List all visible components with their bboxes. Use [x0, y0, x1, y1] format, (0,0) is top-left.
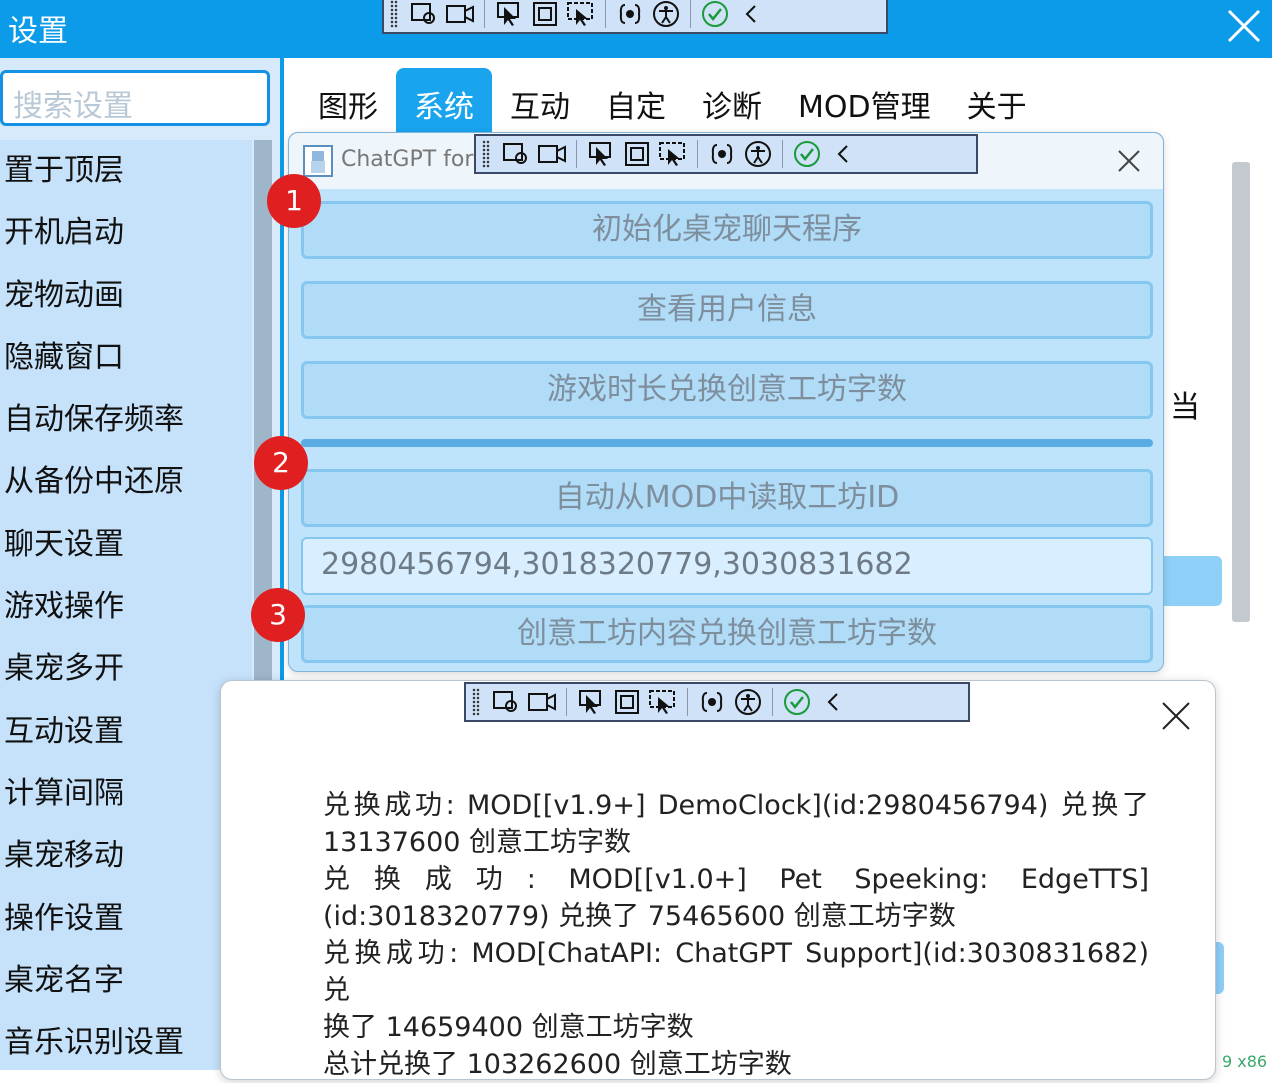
grip-handle[interactable]	[472, 688, 480, 716]
track-icon[interactable]	[563, 0, 599, 30]
auto-read-id-button[interactable]: 自动从MOD中读取工坊ID	[301, 469, 1153, 527]
collapse-icon[interactable]	[825, 138, 861, 170]
track-icon[interactable]	[645, 686, 681, 718]
sidebar-item[interactable]: 隐藏窗口	[0, 327, 252, 389]
sidebar-item[interactable]: 桌宠移动	[0, 825, 252, 887]
record-icon[interactable]	[534, 138, 570, 170]
result-dialog: 兑换成功: MOD[[v1.9+] DemoClock](id:29804567…	[220, 680, 1216, 1080]
search-input[interactable]: 搜索设置	[0, 70, 270, 126]
debug-toolbar	[464, 682, 970, 722]
sidebar-item[interactable]: 宠物动画	[0, 265, 252, 327]
step-badge-2: 2	[254, 436, 308, 490]
content-exchange-button[interactable]: 创意工坊内容兑换创意工坊字数	[301, 605, 1153, 663]
result-line: 13137600 创意工坊字数	[323, 827, 632, 858]
pointer-icon[interactable]	[573, 686, 609, 718]
version-text: 9 x86	[1222, 1052, 1268, 1071]
tab-system[interactable]: 系统	[396, 68, 492, 134]
chatgpt-dialog: ChatGPT for 初始化桌宠聊天程序 查看用户信息 游戏时长兑换创意工坊字…	[288, 132, 1164, 672]
sidebar-item[interactable]: 开机启动	[0, 202, 252, 264]
workshop-ids-input[interactable]: 2980456794,3018320779,3030831682	[301, 537, 1153, 595]
tab-about[interactable]: 关于	[949, 68, 1045, 134]
binding-icon[interactable]	[694, 686, 730, 718]
accessibility-icon[interactable]	[740, 138, 776, 170]
sidebar-item[interactable]: 聊天设置	[0, 514, 252, 576]
content-scrollbar[interactable]	[1232, 162, 1250, 622]
sidebar-item[interactable]: 游戏操作	[0, 576, 252, 638]
window-title: 设置	[8, 14, 68, 49]
check-icon[interactable]	[779, 686, 815, 718]
sidebar-item[interactable]: 自动保存频率	[0, 389, 252, 451]
sidebar-item[interactable]: 桌宠名字	[0, 950, 252, 1012]
sidebar-item[interactable]: 计算间隔	[0, 763, 252, 825]
result-line: 总计兑换了 103262600 创意工坊字数	[323, 1049, 792, 1080]
collapse-icon[interactable]	[733, 0, 769, 30]
sidebar-item[interactable]: 桌宠多开	[0, 638, 252, 700]
tab-graphics[interactable]: 图形	[300, 68, 396, 134]
check-icon[interactable]	[789, 138, 825, 170]
select-element-icon[interactable]	[488, 686, 524, 718]
dialog-title: ChatGPT for	[341, 147, 474, 172]
sidebar-item[interactable]: 互动设置	[0, 701, 252, 763]
sidebar-item[interactable]: 置于顶层	[0, 140, 252, 202]
result-line: 兑换成功: MOD[[v1.0+] Pet Speeking: EdgeTTS]	[323, 864, 1149, 895]
sidebar-item[interactable]: 音乐识别设置	[0, 1012, 252, 1074]
layout-icon[interactable]	[619, 138, 655, 170]
binding-icon[interactable]	[612, 0, 648, 30]
select-element-icon[interactable]	[498, 138, 534, 170]
settings-list: 置于顶层 开机启动 宠物动画 隐藏窗口 自动保存频率 从备份中还原 聊天设置 游…	[0, 140, 252, 1070]
layout-icon[interactable]	[609, 686, 645, 718]
tab-mod-management[interactable]: MOD管理	[780, 68, 949, 134]
section-divider	[301, 439, 1153, 447]
step-badge-3: 3	[251, 588, 305, 642]
close-icon[interactable]	[1226, 8, 1262, 44]
accessibility-icon[interactable]	[730, 686, 766, 718]
result-line: (id:3018320779) 兑换了 75465600 创意工坊字数	[323, 901, 956, 932]
init-chat-button[interactable]: 初始化桌宠聊天程序	[301, 201, 1153, 259]
record-icon[interactable]	[442, 0, 478, 30]
track-icon[interactable]	[655, 138, 691, 170]
tab-diagnostics[interactable]: 诊断	[684, 68, 780, 134]
result-line: 兑换成功: MOD[ChatAPI: ChatGPT Support](id:3…	[323, 938, 1149, 1006]
step-badge-1: 1	[267, 174, 321, 228]
result-message: 兑换成功: MOD[[v1.9+] DemoClock](id:29804567…	[323, 787, 1149, 1083]
tab-custom[interactable]: 自定	[588, 68, 684, 134]
binding-icon[interactable]	[704, 138, 740, 170]
user-info-button[interactable]: 查看用户信息	[301, 281, 1153, 339]
result-line: 换了 14659400 创意工坊字数	[323, 1012, 694, 1043]
grip-handle[interactable]	[390, 0, 398, 28]
debug-toolbar	[474, 134, 978, 174]
pointer-icon[interactable]	[583, 138, 619, 170]
sidebar-item[interactable]: 从备份中还原	[0, 451, 252, 513]
grip-handle[interactable]	[482, 140, 490, 168]
select-element-icon[interactable]	[406, 0, 442, 30]
background-text: 当	[1170, 390, 1200, 425]
close-icon[interactable]	[1117, 149, 1141, 173]
close-icon[interactable]	[1161, 701, 1191, 731]
result-line: 兑换成功: MOD[[v1.9+] DemoClock](id:29804567…	[323, 790, 1149, 821]
check-icon[interactable]	[697, 0, 733, 30]
sidebar-item[interactable]: 操作设置	[0, 888, 252, 950]
pointer-icon[interactable]	[491, 0, 527, 30]
tab-bar: 图形 系统 互动 自定 诊断 MOD管理 关于	[300, 68, 1045, 134]
collapse-icon[interactable]	[815, 686, 851, 718]
playtime-exchange-button[interactable]: 游戏时长兑换创意工坊字数	[301, 361, 1153, 419]
background-button[interactable]	[1160, 556, 1222, 606]
app-icon	[303, 145, 333, 177]
debug-toolbar	[382, 0, 888, 34]
record-icon[interactable]	[524, 686, 560, 718]
accessibility-icon[interactable]	[648, 0, 684, 30]
layout-icon[interactable]	[527, 0, 563, 30]
tab-interaction[interactable]: 互动	[492, 68, 588, 134]
search-placeholder: 搜索设置	[13, 89, 133, 124]
